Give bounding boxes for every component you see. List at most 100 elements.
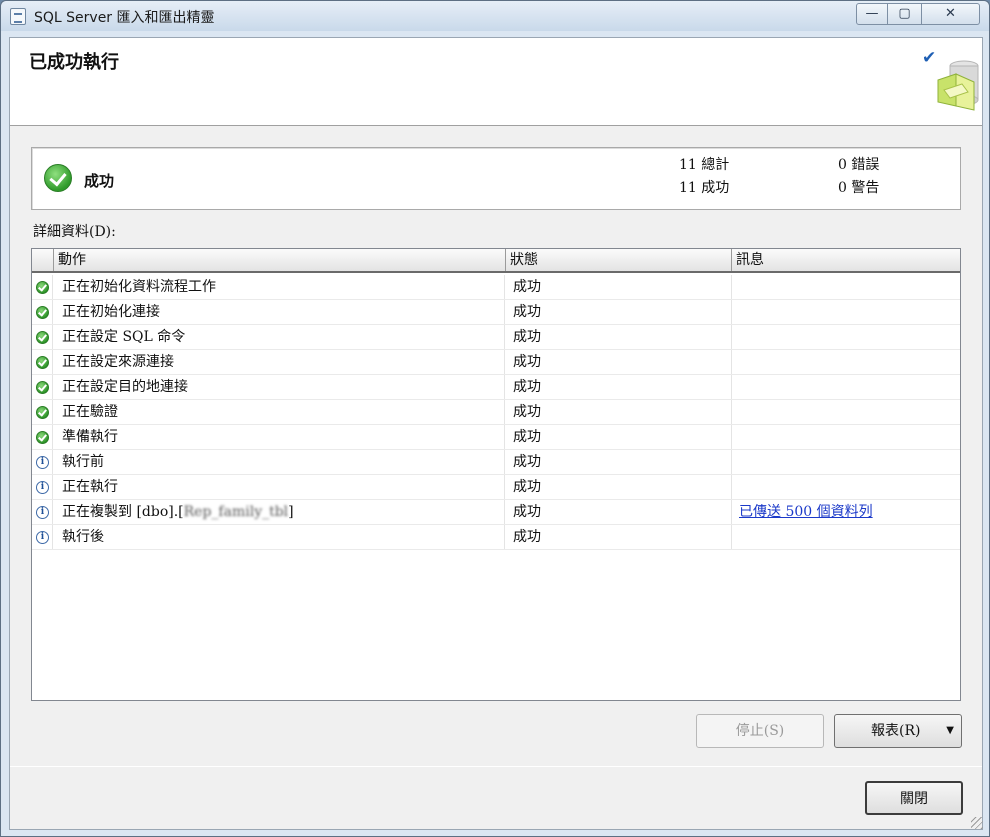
status-cell: 成功 xyxy=(506,450,732,474)
status-cell: 成功 xyxy=(506,500,732,524)
table-row[interactable]: i 執行前 成功 xyxy=(32,450,960,475)
success-icon xyxy=(36,406,49,419)
message-cell xyxy=(732,350,960,374)
action-text: 正在初始化連接 xyxy=(62,304,160,320)
message-cell xyxy=(732,425,960,449)
status-cell: 成功 xyxy=(506,275,732,299)
status-cell: 成功 xyxy=(506,525,732,549)
column-header-action[interactable]: 動作 xyxy=(54,249,506,271)
minimize-button[interactable]: — xyxy=(856,3,888,25)
page-header: 已成功執行 ✔ xyxy=(10,38,982,126)
action-text: 正在複製到 [dbo].[ xyxy=(62,504,184,520)
message-cell xyxy=(732,300,960,324)
resize-grip-icon[interactable] xyxy=(971,817,983,829)
action-text: 正在驗證 xyxy=(62,404,118,420)
action-cell: 正在執行 xyxy=(54,475,505,499)
message-cell xyxy=(732,450,960,474)
row-icon-cell xyxy=(32,400,53,424)
table-row[interactable]: i 正在執行 成功 xyxy=(32,475,960,500)
table-row[interactable]: 正在驗證 成功 xyxy=(32,400,960,425)
message-cell xyxy=(732,275,960,299)
action-cell: 執行前 xyxy=(54,450,505,474)
info-icon: i xyxy=(36,531,49,544)
message-cell xyxy=(732,375,960,399)
success-count: 11 成功 xyxy=(679,180,730,196)
redacted-table-name: Rep_family_tbl xyxy=(183,504,289,520)
warning-count: 0 警告 xyxy=(838,180,880,196)
column-header-message[interactable]: 訊息 xyxy=(732,249,960,271)
message-cell xyxy=(732,475,960,499)
close-button[interactable]: 關閉 xyxy=(865,781,963,815)
details-grid[interactable]: 動作 狀態 訊息 正在初始化資料流程工作 成功 正在初始化連接 成功 正在設定 SQL … xyxy=(31,248,961,701)
row-icon-cell: i xyxy=(32,475,53,499)
table-row[interactable]: 正在設定 SQL 命令 成功 xyxy=(32,325,960,350)
table-row[interactable]: 準備執行 成功 xyxy=(32,425,960,450)
maximize-button[interactable]: ▢ xyxy=(888,3,922,25)
action-cell: 準備執行 xyxy=(54,425,505,449)
action-cell: 正在設定來源連接 xyxy=(54,350,505,374)
action-text: 正在初始化資料流程工作 xyxy=(62,279,216,295)
success-icon xyxy=(36,306,49,319)
stop-button[interactable]: 停止(S) xyxy=(696,714,824,748)
window-title: SQL Server 匯入和匯出精靈 xyxy=(34,10,215,26)
row-icon-cell xyxy=(32,350,53,374)
status-cell: 成功 xyxy=(506,350,732,374)
action-text: 正在設定來源連接 xyxy=(62,354,174,370)
wizard-window: SQL Server 匯入和匯出精靈 — ▢ ✕ 已成功執行 ✔ 成功 11 總… xyxy=(0,0,990,837)
row-icon-cell: i xyxy=(32,450,53,474)
success-icon xyxy=(36,431,49,444)
message-cell xyxy=(732,325,960,349)
error-count: 0 錯誤 xyxy=(838,157,880,173)
grid-header-icon-column[interactable] xyxy=(32,249,54,271)
action-cell: 執行後 xyxy=(54,525,505,549)
row-icon-cell: i xyxy=(32,525,53,549)
wizard-banner-icon xyxy=(937,60,979,111)
row-icon-cell xyxy=(32,375,53,399)
status-cell: 成功 xyxy=(506,400,732,424)
grid-header: 動作 狀態 訊息 xyxy=(32,249,960,273)
action-text: 執行後 xyxy=(62,529,104,545)
action-cell: 正在設定目的地連接 xyxy=(54,375,505,399)
close-window-button[interactable]: ✕ xyxy=(922,3,980,25)
action-text: 正在執行 xyxy=(62,479,118,495)
summary-status: 成功 xyxy=(84,172,115,190)
status-cell: 成功 xyxy=(506,325,732,349)
table-row[interactable]: i 執行後 成功 xyxy=(32,525,960,550)
footer-divider xyxy=(10,766,982,767)
page-title: 已成功執行 xyxy=(29,52,119,73)
action-text: 正在設定 SQL 命令 xyxy=(62,329,186,345)
message-cell xyxy=(732,525,960,549)
column-header-status[interactable]: 狀態 xyxy=(506,249,732,271)
wizard-client-area: 已成功執行 ✔ 成功 11 總計 11 成功 0 錯誤 0 警告 詳細資料(D)… xyxy=(9,37,983,830)
table-row[interactable]: 正在初始化連接 成功 xyxy=(32,300,960,325)
message-link[interactable]: 已傳送 500 個資料列 xyxy=(739,504,873,520)
action-cell: 正在初始化連接 xyxy=(54,300,505,324)
success-icon xyxy=(44,164,72,192)
status-cell: 成功 xyxy=(506,300,732,324)
title-bar[interactable]: SQL Server 匯入和匯出精靈 — ▢ ✕ xyxy=(1,1,989,31)
action-cell: 正在複製到 [dbo].[Rep_family_tbl] xyxy=(54,500,505,524)
report-button[interactable]: 報表(R) ▼ xyxy=(834,714,962,748)
row-icon-cell: i xyxy=(32,500,53,524)
dropdown-arrow-icon[interactable]: ▼ xyxy=(946,715,954,747)
status-cell: 成功 xyxy=(506,475,732,499)
total-count: 11 總計 xyxy=(679,157,730,173)
info-icon: i xyxy=(36,456,49,469)
table-row[interactable]: i 正在複製到 [dbo].[Rep_family_tbl] 成功 已傳送 500 個… xyxy=(32,500,960,525)
summary-panel: 成功 11 總計 11 成功 0 錯誤 0 警告 xyxy=(31,147,961,210)
table-row[interactable]: 正在設定目的地連接 成功 xyxy=(32,375,960,400)
action-text: 準備執行 xyxy=(62,429,118,445)
message-cell xyxy=(732,400,960,424)
success-icon xyxy=(36,356,49,369)
row-icon-cell xyxy=(32,425,53,449)
details-label: 詳細資料(D): xyxy=(33,224,116,240)
success-icon xyxy=(36,331,49,344)
table-row[interactable]: 正在初始化資料流程工作 成功 xyxy=(32,275,960,300)
message-cell: 已傳送 500 個資料列 xyxy=(732,500,960,524)
status-cell: 成功 xyxy=(506,425,732,449)
info-icon: i xyxy=(36,481,49,494)
table-row[interactable]: 正在設定來源連接 成功 xyxy=(32,350,960,375)
action-cell: 正在初始化資料流程工作 xyxy=(54,275,505,299)
row-icon-cell xyxy=(32,300,53,324)
action-text: 執行前 xyxy=(62,454,104,470)
